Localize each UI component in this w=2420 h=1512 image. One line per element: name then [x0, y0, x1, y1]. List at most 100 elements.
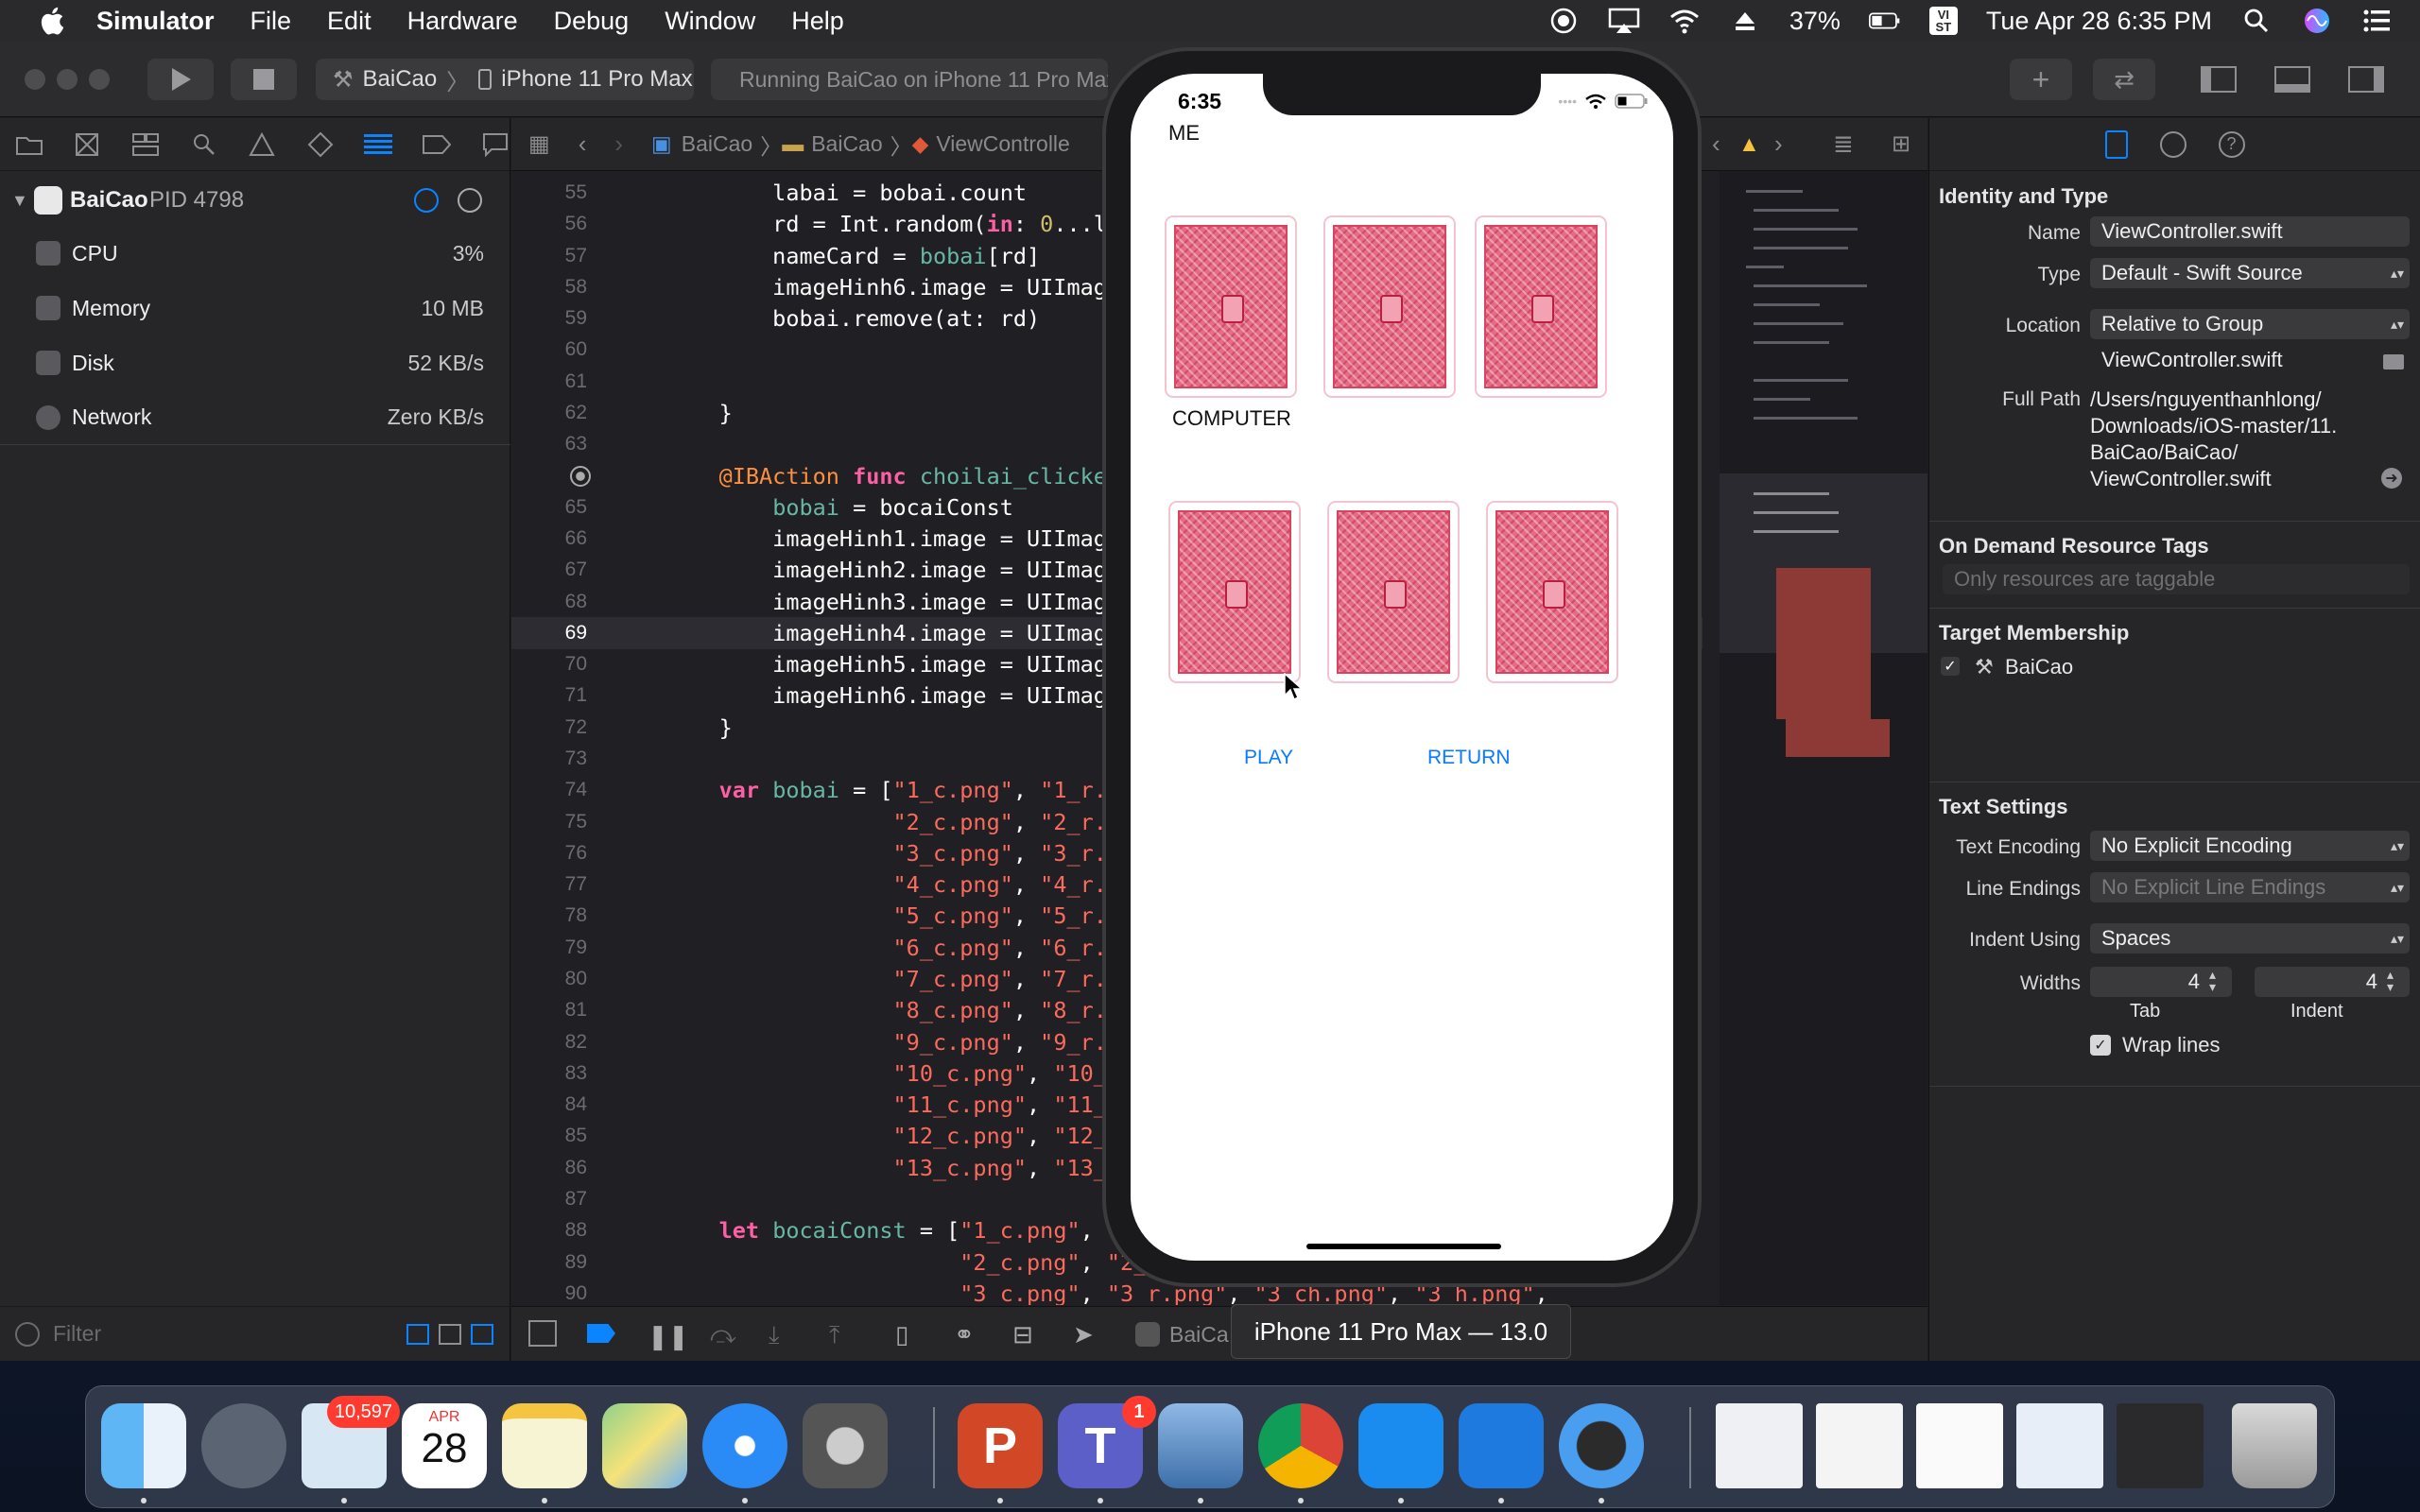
- menu-help[interactable]: Help: [791, 7, 844, 36]
- quicktime-icon[interactable]: [1559, 1403, 1644, 1488]
- scheme-selector[interactable]: ⚒ BaiCao 〉 iPhone 11 Pro Max: [316, 59, 694, 100]
- menu-edit[interactable]: Edit: [327, 7, 372, 36]
- run-button[interactable]: [147, 59, 214, 100]
- line-number[interactable]: 74: [511, 779, 587, 801]
- line-number[interactable]: 88: [511, 1219, 587, 1242]
- step-over-icon[interactable]: ⤼: [710, 1320, 736, 1350]
- type-popup[interactable]: Default - Swift Source: [2090, 258, 2410, 288]
- line-number[interactable]: 87: [511, 1188, 587, 1211]
- minimized-window-icon[interactable]: [1716, 1403, 1803, 1488]
- warning-navigator-icon[interactable]: [248, 130, 276, 159]
- system-preferences-icon[interactable]: [803, 1403, 888, 1488]
- battery-icon[interactable]: [1868, 7, 1901, 35]
- powerpoint-icon[interactable]: P: [958, 1403, 1043, 1488]
- line-number[interactable]: 63: [511, 433, 587, 455]
- line-number[interactable]: 84: [511, 1093, 587, 1116]
- help-inspector-icon[interactable]: ?: [2218, 130, 2245, 158]
- minimized-window-icon[interactable]: [2117, 1403, 2204, 1488]
- source-control-icon[interactable]: [74, 130, 102, 159]
- simulator-icon[interactable]: [1459, 1403, 1544, 1488]
- odr-tags-field[interactable]: Only resources are taggable: [1943, 564, 2410, 594]
- forward-icon[interactable]: ›: [614, 129, 623, 159]
- menubar-clock[interactable]: Tue Apr 28 6:35 PM: [1986, 7, 2212, 36]
- input-source-icon[interactable]: VI ST: [1928, 7, 1958, 35]
- history-inspector-icon[interactable]: [2159, 130, 2187, 158]
- line-number[interactable]: 75: [511, 811, 587, 833]
- line-number[interactable]: 62: [511, 402, 587, 424]
- line-number[interactable]: 86: [511, 1157, 587, 1179]
- add-editor-icon[interactable]: ⊞: [1892, 130, 1910, 158]
- notes-icon[interactable]: [502, 1403, 587, 1488]
- related-items-icon[interactable]: ▦: [528, 130, 550, 158]
- safari-icon[interactable]: [702, 1403, 787, 1488]
- menu-window[interactable]: Window: [665, 7, 755, 36]
- app-name-menu[interactable]: Simulator: [96, 7, 215, 36]
- filter-option-icon[interactable]: [406, 1323, 429, 1345]
- toggle-navigator-button[interactable]: [2187, 59, 2250, 100]
- line-number[interactable]: 56: [511, 213, 587, 235]
- minimized-window-icon[interactable]: [2016, 1403, 2103, 1488]
- folder-icon[interactable]: [2383, 354, 2404, 369]
- gauge-row-cpu[interactable]: CPU 3%: [0, 226, 510, 281]
- folder-icon[interactable]: [15, 130, 43, 159]
- pause-icon[interactable]: ❚❚: [648, 1322, 689, 1351]
- disclosure-triangle-icon[interactable]: ▼: [11, 191, 28, 211]
- wifi-icon[interactable]: [1668, 7, 1701, 35]
- line-number[interactable]: 90: [511, 1282, 587, 1305]
- minimized-window-icon[interactable]: [1816, 1403, 1903, 1488]
- breakpoint-navigator-icon[interactable]: [423, 130, 452, 159]
- trash-icon[interactable]: [2232, 1403, 2317, 1488]
- line-number[interactable]: 66: [511, 527, 587, 550]
- teams-icon[interactable]: T1: [1058, 1396, 1156, 1488]
- gauge-row-disk[interactable]: Disk 52 KB/s: [0, 335, 510, 390]
- line-number[interactable]: 55: [511, 181, 587, 204]
- airplay-icon[interactable]: [1608, 7, 1640, 35]
- line-number[interactable]: 82: [511, 1031, 587, 1054]
- line-number[interactable]: 68: [511, 591, 587, 613]
- report-navigator-icon[interactable]: [481, 130, 510, 159]
- process-row[interactable]: ▼ BaiCao PID 4798: [0, 175, 510, 226]
- line-number[interactable]: 80: [511, 968, 587, 990]
- siri-icon[interactable]: [2301, 7, 2333, 35]
- step-into-icon[interactable]: ⤓: [769, 1320, 780, 1350]
- line-number[interactable]: 85: [511, 1125, 587, 1147]
- indent-width-stepper[interactable]: ▴▾: [2387, 968, 2400, 993]
- pause-process-icon[interactable]: [458, 188, 482, 213]
- line-number[interactable]: 61: [511, 370, 587, 393]
- apple-icon[interactable]: [38, 5, 70, 37]
- minimap[interactable]: [1720, 171, 1927, 1305]
- view-debugger-icon[interactable]: ▯: [895, 1320, 908, 1349]
- minimized-window-icon[interactable]: [1916, 1403, 2003, 1488]
- zoom-window-button[interactable]: [89, 69, 110, 90]
- record-icon[interactable]: [1547, 7, 1580, 35]
- line-number[interactable]: 89: [511, 1251, 587, 1274]
- breakpoints-toggle-icon[interactable]: [587, 1324, 615, 1343]
- symbol-navigator-icon[interactable]: [131, 130, 160, 159]
- toggle-inspector-button[interactable]: [2335, 59, 2397, 100]
- eject-icon[interactable]: [1729, 7, 1761, 35]
- text-encoding-popup[interactable]: No Explicit Encoding: [2090, 831, 2410, 861]
- debug-navigator-icon[interactable]: [364, 130, 393, 159]
- editor-options-icon[interactable]: ≣: [1833, 129, 1854, 159]
- calendar-icon[interactable]: APR 28: [402, 1403, 487, 1488]
- mail-icon[interactable]: 10,597: [302, 1396, 400, 1488]
- line-number[interactable]: 65: [511, 496, 587, 519]
- back-icon[interactable]: ‹: [579, 129, 587, 159]
- gauge-icon[interactable]: [414, 188, 439, 213]
- breadcrumb-file[interactable]: ViewControlle: [936, 131, 1069, 157]
- debug-target-name[interactable]: BaiCa: [1169, 1322, 1229, 1348]
- toggle-debug-area-button[interactable]: [2261, 59, 2324, 100]
- line-number[interactable]: 59: [511, 307, 587, 330]
- library-button[interactable]: +: [2010, 59, 2072, 100]
- maps-icon[interactable]: [602, 1403, 687, 1488]
- launchpad-icon[interactable]: [201, 1403, 286, 1488]
- wrap-lines-checkbox[interactable]: ✓: [2090, 1035, 2111, 1056]
- code-review-button[interactable]: ⇄: [2093, 59, 2155, 100]
- filter-input[interactable]: Filter: [53, 1321, 393, 1347]
- line-number[interactable]: 69: [511, 622, 587, 644]
- menu-file[interactable]: File: [251, 7, 292, 36]
- chevron-left-icon[interactable]: ‹: [1712, 129, 1720, 159]
- line-number[interactable]: 81: [511, 999, 587, 1022]
- filter-option-icon[interactable]: [439, 1323, 461, 1345]
- tab-width-stepper[interactable]: ▴▾: [2209, 968, 2222, 993]
